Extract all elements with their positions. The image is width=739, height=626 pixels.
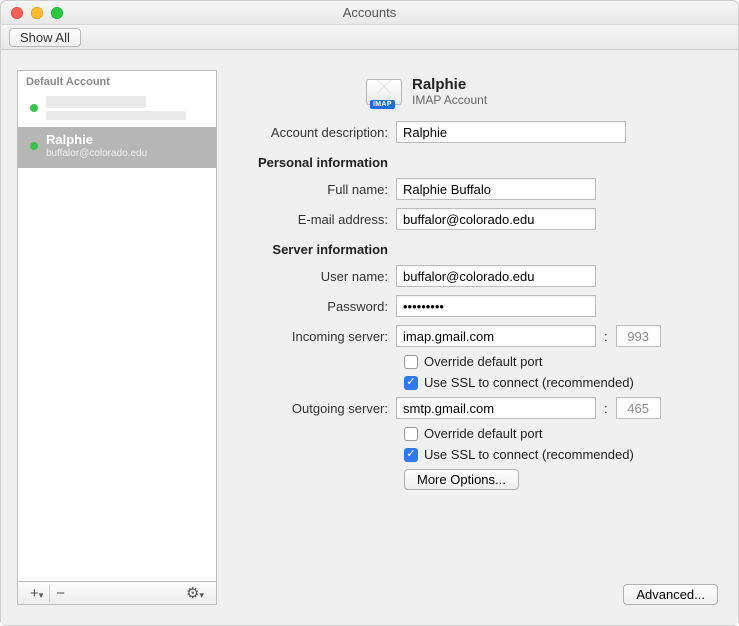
label-description: Account description: [241, 125, 396, 140]
incoming-port-input[interactable] [616, 325, 661, 347]
account-type: IMAP Account [412, 93, 487, 107]
incoming-override-checkbox[interactable] [404, 355, 418, 369]
advanced-button[interactable]: Advanced... [623, 584, 718, 605]
imap-badge: IMAP [370, 100, 395, 109]
more-options-button[interactable]: More Options... [404, 469, 519, 490]
account-item-default[interactable] [18, 91, 216, 127]
sidebar-wrap: Default Account Ralphie buffalor@colorad… [17, 70, 217, 605]
accounts-sidebar: Default Account Ralphie buffalor@colorad… [17, 70, 217, 581]
port-colon: : [604, 329, 608, 344]
account-header: IMAP Ralphie IMAP Account [241, 70, 722, 117]
description-input[interactable] [396, 121, 626, 143]
account-title: Ralphie [412, 76, 487, 93]
label-fullname: Full name: [241, 182, 396, 197]
account-form: IMAP Ralphie IMAP Account Account descri… [241, 70, 722, 605]
outgoing-ssl-checkbox[interactable] [404, 448, 418, 462]
toolbar: Show All [1, 25, 738, 50]
label-incoming: Incoming server: [241, 329, 396, 344]
status-dot-icon [30, 142, 38, 150]
incoming-server-input[interactable] [396, 325, 596, 347]
label-ssl: Use SSL to connect (recommended) [424, 447, 634, 462]
sidebar-footer: +▾ − ⚙︎▾ [17, 581, 217, 605]
outgoing-server-input[interactable] [396, 397, 596, 419]
fullname-input[interactable] [396, 178, 596, 200]
port-colon: : [604, 401, 608, 416]
remove-account-button[interactable]: − [50, 585, 71, 602]
gear-button[interactable]: ⚙︎▾ [180, 584, 210, 602]
account-name: Ralphie [46, 132, 147, 148]
label-email: E-mail address: [241, 212, 396, 227]
section-personal: Personal information [241, 155, 396, 170]
label-password: Password: [241, 299, 396, 314]
label-ssl: Use SSL to connect (recommended) [424, 375, 634, 390]
incoming-ssl-checkbox[interactable] [404, 376, 418, 390]
label-outgoing: Outgoing server: [241, 401, 396, 416]
accounts-window: Accounts Show All Default Account Ralphi [0, 0, 739, 626]
sidebar-header: Default Account [18, 71, 216, 91]
gear-icon: ⚙︎ [186, 585, 199, 602]
outgoing-port-input[interactable] [616, 397, 661, 419]
show-all-button[interactable]: Show All [9, 28, 81, 47]
add-account-button[interactable]: +▾ [24, 585, 50, 602]
outgoing-override-checkbox[interactable] [404, 427, 418, 441]
window-title: Accounts [1, 5, 738, 20]
email-input[interactable] [396, 208, 596, 230]
label-override: Override default port [424, 354, 543, 369]
account-sub: buffalor@colorado.edu [46, 148, 147, 161]
account-name [46, 96, 146, 108]
account-sub [46, 111, 186, 120]
mail-icon: IMAP [366, 79, 402, 105]
titlebar: Accounts [1, 1, 738, 25]
username-input[interactable] [396, 265, 596, 287]
content: Default Account Ralphie buffalor@colorad… [1, 50, 738, 625]
account-item-ralphie[interactable]: Ralphie buffalor@colorado.edu [18, 127, 216, 168]
section-server: Server information [241, 242, 396, 257]
status-dot-icon [30, 104, 38, 112]
password-input[interactable] [396, 295, 596, 317]
label-username: User name: [241, 269, 396, 284]
label-override: Override default port [424, 426, 543, 441]
